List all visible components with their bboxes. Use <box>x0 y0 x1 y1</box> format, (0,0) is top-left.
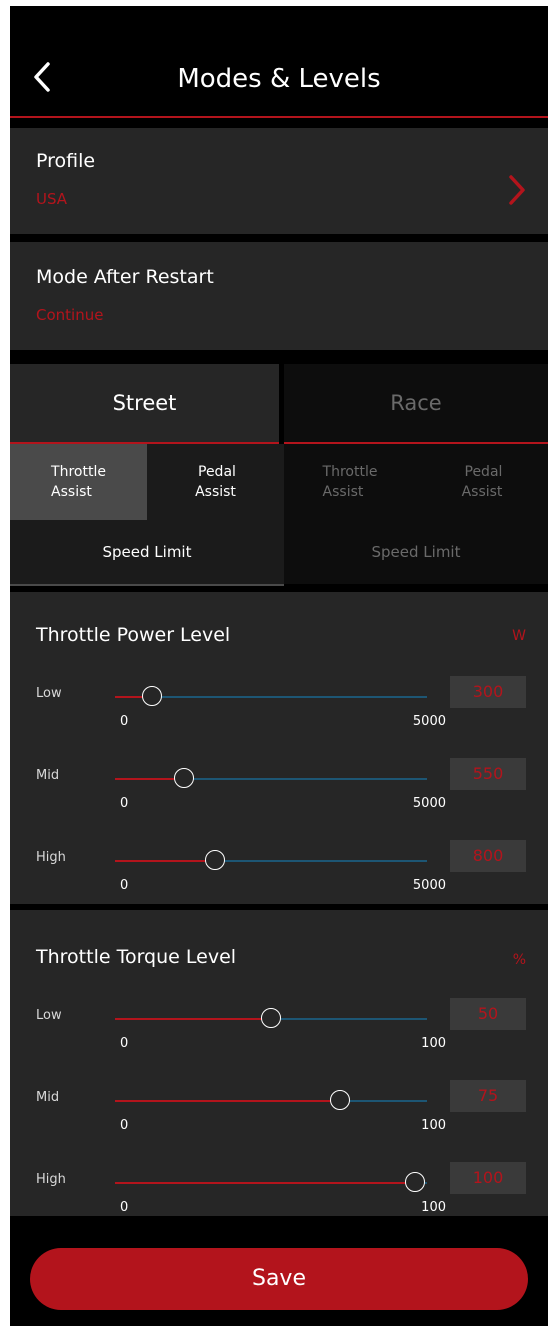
subtab-race-pedal-assist[interactable]: Pedal Assist <box>416 444 548 520</box>
subtab-line1: Throttle <box>51 464 106 480</box>
save-bar: Save <box>10 1216 548 1326</box>
slider-thumb[interactable] <box>329 1090 350 1110</box>
slider-max-label: 5000 <box>412 796 446 811</box>
mode-after-restart-row[interactable]: Mode After Restart Continue <box>10 242 548 350</box>
mode-after-restart-label: Mode After Restart <box>36 266 214 288</box>
slider-thumb[interactable] <box>404 1172 425 1192</box>
slider-max-label: 100 <box>421 1118 446 1133</box>
subtab-race-throttle-assist[interactable]: Throttle Assist <box>284 444 416 520</box>
slider-fill <box>115 860 215 862</box>
slider-thumb[interactable] <box>261 1008 281 1028</box>
throttle-power-unit: W <box>512 628 526 644</box>
profile-value: USA <box>36 190 68 208</box>
throttle-torque-unit: % <box>512 952 526 968</box>
torque-high-value-input[interactable]: 100 <box>450 1162 526 1194</box>
tab-race[interactable]: Race <box>284 364 548 444</box>
slider-thumb[interactable] <box>204 850 225 870</box>
power-low-row: Low 300 0 5000 <box>10 676 548 764</box>
throttle-power-panel: Throttle Power Level W Low 300 0 5000 Mi… <box>10 592 548 904</box>
slider-min-label: 0 <box>120 1200 129 1215</box>
slider-min-label: 0 <box>120 714 129 729</box>
slider-fill <box>115 1100 340 1102</box>
subtab-line1: Throttle <box>322 464 378 480</box>
power-high-value-input[interactable]: 800 <box>450 840 526 872</box>
torque-low-slider[interactable] <box>115 1008 427 1028</box>
subtab-street-pedal-assist[interactable]: Pedal Assist <box>147 444 284 520</box>
subtab-line2: Assist <box>322 484 364 500</box>
chevron-right-icon[interactable] <box>508 174 526 206</box>
torque-mid-value-input[interactable]: 75 <box>450 1080 526 1112</box>
slider-label: High <box>36 850 66 865</box>
slider-min-label: 0 <box>120 796 129 811</box>
slider-fill <box>115 1182 415 1184</box>
torque-mid-row: Mid 75 0 100 <box>10 1080 548 1168</box>
torque-high-slider[interactable] <box>115 1172 427 1192</box>
save-button[interactable]: Save <box>30 1248 528 1310</box>
slider-max-label: 100 <box>421 1036 446 1051</box>
slider-max-label: 100 <box>421 1200 446 1215</box>
torque-mid-slider[interactable] <box>115 1090 427 1110</box>
power-high-slider[interactable] <box>115 850 427 870</box>
slider-min-label: 0 <box>120 878 129 893</box>
app-screen: Modes & Levels Profile USA Mode After Re… <box>10 6 548 1326</box>
power-mid-row: Mid 550 0 5000 <box>10 758 548 846</box>
power-mid-slider[interactable] <box>115 768 427 788</box>
mode-tabs: Street Race <box>10 364 548 444</box>
torque-low-value-input[interactable]: 50 <box>450 998 526 1030</box>
subtab-line1: Pedal <box>198 464 236 480</box>
slider-thumb[interactable] <box>173 768 194 788</box>
subtab-line2: Assist <box>461 484 503 500</box>
slider-max-label: 5000 <box>412 878 446 893</box>
subtab-line2: Assist <box>195 484 236 500</box>
tab-street-speed-limit[interactable]: Speed Limit <box>10 520 284 586</box>
slider-label: Mid <box>36 768 60 783</box>
profile-row[interactable]: Profile USA <box>10 128 548 234</box>
slider-label: Low <box>36 686 62 701</box>
torque-low-row: Low 50 0 100 <box>10 998 548 1086</box>
mode-after-restart-value: Continue <box>36 306 104 324</box>
power-low-slider[interactable] <box>115 686 427 706</box>
throttle-power-title: Throttle Power Level <box>36 624 231 646</box>
throttle-torque-panel: Throttle Torque Level % Low 50 0 100 Mid… <box>10 910 548 1224</box>
throttle-torque-title: Throttle Torque Level <box>36 946 237 968</box>
slider-thumb[interactable] <box>142 686 163 706</box>
slider-label: High <box>36 1172 66 1187</box>
slider-max-label: 5000 <box>412 714 446 729</box>
tab-race-speed-limit[interactable]: Speed Limit <box>284 520 548 584</box>
subtab-street-throttle-assist[interactable]: Throttle Assist <box>10 444 147 520</box>
subtab-line2: Assist <box>51 484 92 500</box>
slider-min-label: 0 <box>120 1118 129 1133</box>
page-title: Modes & Levels <box>177 64 381 94</box>
subtab-line1: Pedal <box>464 464 503 480</box>
profile-label: Profile <box>36 150 96 172</box>
slider-label: Low <box>36 1008 62 1023</box>
power-mid-value-input[interactable]: 550 <box>450 758 526 790</box>
slider-label: Mid <box>36 1090 60 1105</box>
power-low-value-input[interactable]: 300 <box>450 676 526 708</box>
slider-min-label: 0 <box>120 1036 129 1051</box>
slider-fill <box>115 1018 271 1020</box>
header: Modes & Levels <box>10 6 548 118</box>
tab-street[interactable]: Street <box>10 364 279 444</box>
